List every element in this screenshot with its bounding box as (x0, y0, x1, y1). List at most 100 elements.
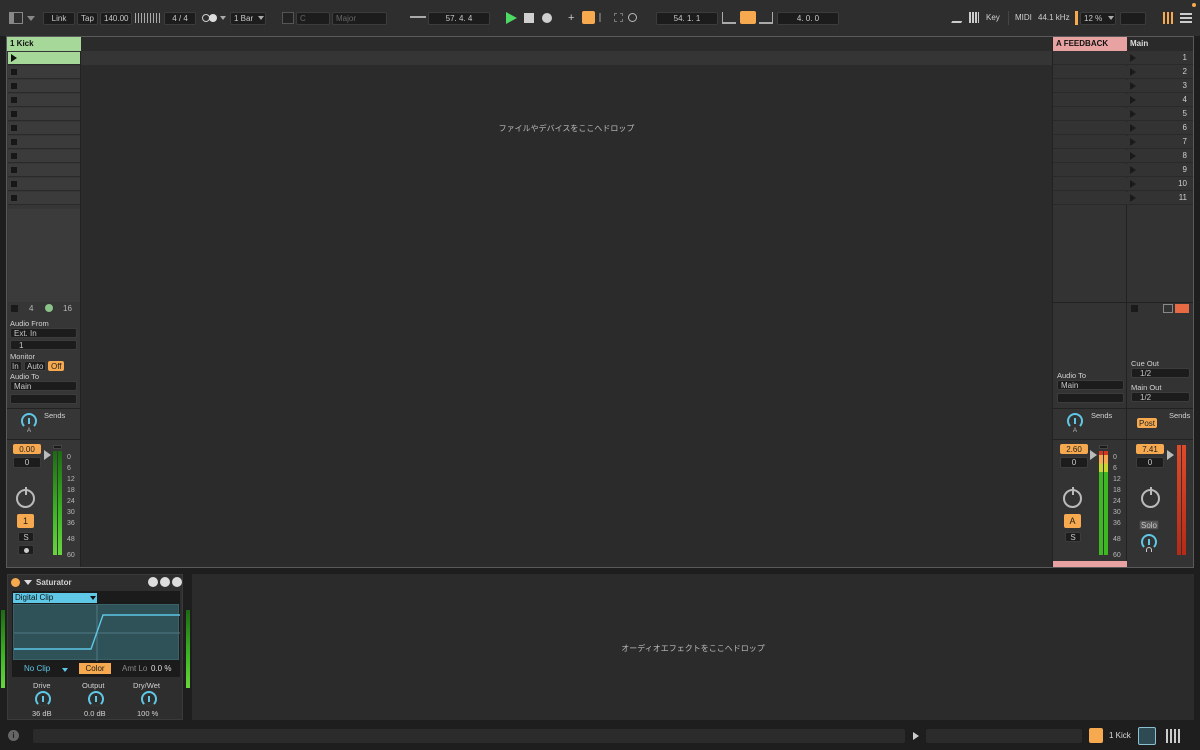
audio-from-channel-select[interactable]: 1 (10, 340, 77, 350)
key-select[interactable]: C (296, 12, 330, 25)
main-track-header[interactable]: Main (1127, 37, 1193, 51)
return-track-header[interactable]: A FEEDBACK (1053, 37, 1127, 51)
tap-button[interactable]: Tap (77, 12, 98, 25)
kick-clip-slot[interactable] (8, 122, 80, 135)
main-volume-fader-icon[interactable] (1167, 450, 1174, 460)
clip-stop-icon[interactable] (11, 69, 17, 75)
track-activator-button[interactable]: 1 (17, 514, 34, 528)
draw-mode-icon[interactable] (951, 13, 967, 23)
return-clip-slot[interactable] (1053, 192, 1127, 205)
kick-clip-slot[interactable] (8, 80, 80, 93)
scene-launch-icon[interactable] (1130, 124, 1136, 132)
scale-mode-icon[interactable] (282, 12, 294, 24)
scene-launch-icon[interactable] (1130, 96, 1136, 104)
kick-clip-slot[interactable] (8, 108, 80, 121)
scene-row[interactable]: 11 (1127, 192, 1193, 205)
scene-row[interactable]: 6 (1127, 122, 1193, 135)
stop-icon[interactable] (524, 13, 534, 23)
kick-clip-slot[interactable] (8, 66, 80, 79)
scene-row[interactable]: 1 (1127, 52, 1193, 65)
post-button[interactable]: Post (1137, 418, 1157, 428)
monitor-auto-button[interactable]: Auto (24, 361, 46, 371)
clip-stop-icon[interactable] (11, 83, 17, 89)
return-clip-slot[interactable] (1053, 94, 1127, 107)
return-clip-slot[interactable] (1053, 52, 1127, 65)
kick-track-header[interactable]: 1 Kick (7, 37, 81, 51)
main-volume-field[interactable]: 7.41 (1136, 444, 1164, 454)
main-record-icon[interactable] (1175, 304, 1189, 313)
return-audio-to-channel-select[interactable] (1057, 393, 1124, 403)
scene-launch-icon[interactable] (1130, 82, 1136, 90)
audio-to-select[interactable]: Main (10, 381, 77, 391)
output-knob[interactable] (88, 691, 104, 707)
automation-arm-icon[interactable] (582, 11, 595, 24)
send-a-knob[interactable] (21, 413, 37, 429)
return-clip-slot[interactable] (1053, 80, 1127, 93)
loop-start-field[interactable]: 54. 1. 1 (656, 12, 718, 25)
scene-launch-icon[interactable] (1130, 54, 1136, 62)
return-clip-slot[interactable] (1053, 150, 1127, 163)
clip-stop-icon[interactable] (11, 111, 17, 117)
session-scrub-bar[interactable] (81, 51, 1052, 65)
kick-clip-slot[interactable] (8, 164, 80, 177)
scene-row[interactable]: 2 (1127, 66, 1193, 79)
view-toggle-icon[interactable] (9, 12, 23, 24)
kick-volume-fader-icon[interactable] (44, 450, 51, 460)
punch-out-icon[interactable] (759, 12, 773, 24)
metronome-menu-icon[interactable] (220, 16, 226, 20)
scene-launch-mode-icon[interactable] (1163, 304, 1173, 313)
tempo-field[interactable]: 140.00 (100, 12, 132, 25)
return-send-a-knob[interactable] (1067, 413, 1083, 429)
return-clip-slot[interactable] (1053, 108, 1127, 121)
kick-solo-button[interactable]: S (18, 532, 34, 542)
clip-view-toggle-icon[interactable] (1138, 727, 1156, 745)
time-signature-field[interactable]: 4 / 4 (164, 12, 196, 25)
main-solo-button[interactable]: Solo (1139, 520, 1159, 530)
return-clip-slot[interactable] (1053, 164, 1127, 177)
scene-row[interactable]: 10 (1127, 178, 1193, 191)
waveshape-select[interactable]: Digital Clip (13, 593, 97, 603)
session-drop-area[interactable]: ファイルやデバイスをここへドロップ (81, 37, 1052, 567)
scene-launch-icon[interactable] (1130, 152, 1136, 160)
scene-launch-icon[interactable] (1130, 110, 1136, 118)
info-view-icon[interactable]: i (8, 730, 19, 741)
overload-warning-icon[interactable] (1089, 728, 1103, 743)
status-play-icon[interactable] (913, 732, 919, 740)
return-pan-knob[interactable] (1063, 487, 1082, 508)
device-hotswap-icon[interactable] (148, 577, 158, 587)
return-solo-button[interactable]: S (1065, 532, 1081, 542)
kick-clip-slot[interactable] (8, 192, 80, 205)
device-activator-icon[interactable] (11, 578, 20, 587)
menu-chevron-icon[interactable] (27, 16, 35, 21)
kick-pan-field[interactable]: 0 (13, 457, 41, 468)
clip-stop-icon[interactable] (11, 167, 17, 173)
scene-row[interactable]: 8 (1127, 150, 1193, 163)
cue-out-select[interactable]: 1/2 (1131, 368, 1190, 378)
loop-switch-icon[interactable] (740, 11, 756, 24)
clip-stop-icon[interactable] (11, 195, 17, 201)
scene-row[interactable]: 5 (1127, 108, 1193, 121)
audio-from-select[interactable]: Ext. In (10, 328, 77, 338)
link-button[interactable]: Link (43, 12, 75, 25)
play-icon[interactable] (506, 12, 517, 24)
return-activator-button[interactable]: A (1064, 514, 1081, 528)
return-clip-slot[interactable] (1053, 136, 1127, 149)
device-save-icon[interactable] (160, 577, 170, 587)
midi-map-button[interactable]: MIDI (1015, 13, 1032, 22)
back-to-arrangement-icon[interactable] (599, 13, 608, 22)
record-icon[interactable] (542, 13, 552, 23)
device-fold-icon[interactable] (24, 580, 32, 585)
clip-launch-icon[interactable] (11, 54, 17, 62)
monitor-in-button[interactable]: In (10, 361, 22, 371)
amt-lo-value[interactable]: 0.0 % (151, 664, 171, 673)
scale-select[interactable]: Major (332, 12, 387, 25)
return-clip-slot[interactable] (1053, 178, 1127, 191)
return-clip-slot[interactable] (1053, 66, 1127, 79)
scene-launch-icon[interactable] (1130, 180, 1136, 188)
return-volume-fader-icon[interactable] (1090, 450, 1097, 460)
clip-stop-icon[interactable] (11, 139, 17, 145)
metronome-bars-icon[interactable] (135, 13, 161, 23)
scene-row[interactable]: 9 (1127, 164, 1193, 177)
main-pan-field[interactable]: 0 (1136, 457, 1164, 468)
kick-clip-slot[interactable] (8, 94, 80, 107)
